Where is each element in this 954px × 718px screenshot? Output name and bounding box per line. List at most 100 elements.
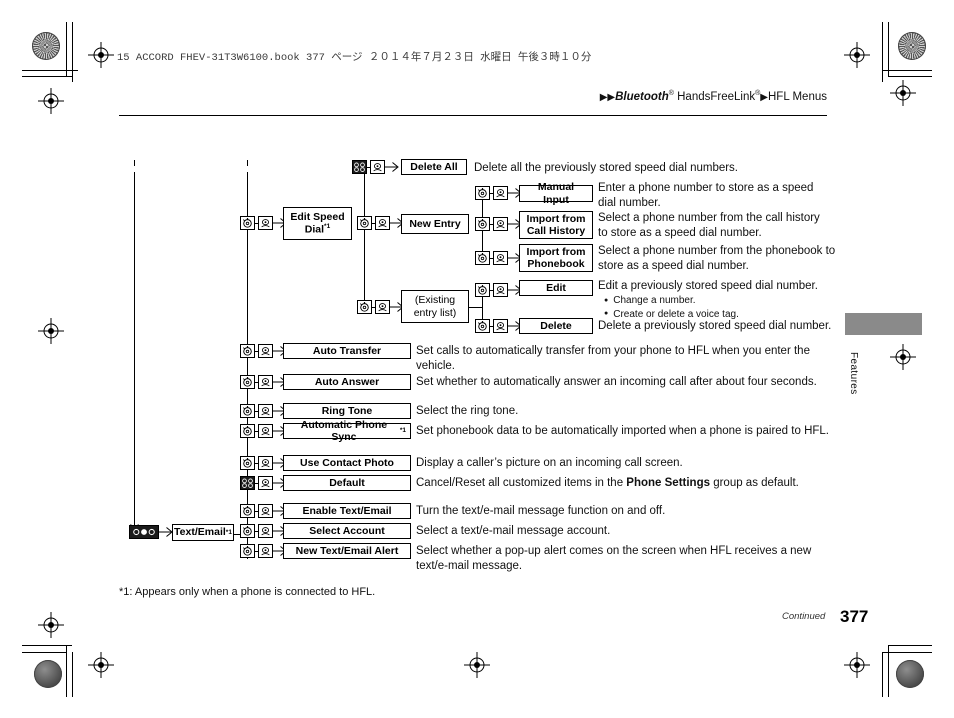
rotary-dial-icon [240, 344, 255, 358]
crop-mark [22, 652, 66, 653]
page-number: 377 [840, 607, 869, 626]
crop-mark [882, 22, 883, 82]
rotary-dial-icon [240, 544, 255, 558]
node-select-account[interactable]: Select Account [283, 523, 411, 539]
breadcrumb-hfl-menus-label: HFL Menus [767, 90, 827, 103]
rotary-dial-icon [240, 524, 255, 538]
registration-mark-right-upper [890, 80, 916, 106]
rotary-dial-icon [357, 300, 372, 314]
icon-group-import-phonebook [475, 251, 523, 265]
node-new-entry[interactable]: New Entry [401, 214, 469, 234]
description-edit: Edit a previously stored speed dial numb… [598, 280, 818, 292]
icon-group-select-account [240, 524, 288, 538]
registration-mark-left-upper [38, 88, 64, 114]
icon-group-delete-all [352, 160, 400, 174]
crop-mark [72, 652, 73, 697]
header-rule [119, 115, 827, 116]
registration-mark-bottom-center [464, 652, 490, 678]
description-default: Cancel/Reset all customized items in the… [416, 476, 836, 491]
node-ring-tone[interactable]: Ring Tone [283, 403, 411, 419]
press-knob-icon [493, 283, 508, 297]
branch-line-existing-entry [468, 307, 483, 308]
rotary-dial-icon [475, 251, 490, 265]
breadcrumb-bluetooth-label: Bluetooth [615, 90, 669, 103]
description-ring-tone: Select the ring tone. [416, 405, 519, 417]
description-import-call-history: Select a phone number from the call hist… [598, 212, 820, 239]
edit-bullet-list: Change a number. Create or delete a voic… [604, 294, 844, 321]
node-label-line2: Phonebook [527, 258, 585, 270]
node-delete-all[interactable]: Delete All [401, 159, 467, 175]
node-automatic-phone-sync[interactable]: Automatic Phone Sync *1 [283, 419, 411, 443]
registration-mark-left-lower [38, 612, 64, 638]
node-enable-text-email[interactable]: Enable Text/Email [283, 503, 411, 519]
node-import-from-call-history[interactable]: Import from Call History [519, 211, 593, 239]
icon-group-enable-text-email [240, 504, 288, 518]
breadcrumb: ▶▶Bluetooth® HandsFreeLink®▶HFL Menus [600, 90, 827, 103]
rotary-dial-icon [240, 424, 255, 438]
node-manual-input[interactable]: Manual Input [519, 181, 593, 206]
rotary-dial-icon [475, 283, 490, 297]
node-label-line1: Import from [526, 212, 586, 225]
registration-mark-left-middle [38, 318, 64, 344]
continued-label: Continued [782, 611, 826, 622]
icon-group-delete [475, 319, 523, 333]
node-existing-entry-list[interactable]: (Existing entry list) [401, 290, 469, 323]
description-default-post: group as default. [710, 477, 799, 489]
press-knob-icon [258, 424, 273, 438]
icon-group-auto-answer [240, 375, 288, 389]
crop-mark [22, 70, 78, 71]
node-label-text: Edit Speed Dial [290, 211, 345, 236]
press-knob-icon [258, 404, 273, 418]
crop-mark [888, 76, 932, 77]
node-text-email[interactable]: Text/Email *1 [172, 524, 234, 541]
node-edit[interactable]: Edit [519, 280, 593, 296]
icon-group-new-entry [357, 216, 405, 230]
press-knob-icon [258, 544, 273, 558]
description-enable-text-email: Turn the text/e-mail message function on… [416, 505, 666, 517]
node-default[interactable]: Default [283, 475, 411, 491]
crop-mark [882, 652, 932, 653]
node-auto-answer[interactable]: Auto Answer [283, 374, 411, 390]
registration-mark-top-right [844, 42, 870, 68]
manual-page: 15 ACCORD FHEV-31T3W6100.book 377 ページ ２０… [0, 0, 954, 718]
press-knob-icon [258, 524, 273, 538]
node-import-from-phonebook[interactable]: Import from Phonebook [519, 244, 593, 272]
press-knob-icon [375, 216, 390, 230]
halftone-circle-bottom-left [34, 660, 62, 688]
crop-mark [22, 76, 72, 77]
footnote-marker: *1 [225, 528, 232, 536]
multi-button-icon [352, 160, 367, 174]
multi-button-icon [240, 476, 255, 490]
trunk-line-left [134, 160, 135, 166]
breadcrumb-handsfreelink-label: HandsFreeLink [673, 90, 756, 103]
press-knob-icon [493, 319, 508, 333]
rotary-dial-icon [357, 216, 372, 230]
crop-mark [882, 652, 883, 697]
rotary-dial-icon [240, 216, 255, 230]
node-label-line2: entry list) [413, 306, 457, 319]
section-tab-label: Features [848, 352, 859, 395]
node-edit-speed-dial[interactable]: Edit Speed Dial*1 [283, 207, 352, 240]
icon-group-existing-entry-list [357, 300, 405, 314]
section-tab-bar [845, 313, 922, 335]
node-label-text: Text/Email [174, 526, 226, 539]
node-label-line2: Call History [526, 225, 586, 237]
node-auto-transfer[interactable]: Auto Transfer [283, 343, 411, 359]
rotary-dial-icon [475, 217, 490, 231]
registration-mark-top-left [88, 42, 114, 68]
list-item: Change a number. [604, 294, 844, 308]
crop-mark [22, 645, 72, 646]
node-new-text-email-alert[interactable]: New Text/Email Alert [283, 543, 411, 559]
breadcrumb-arrow-icon: ▶▶ [599, 91, 616, 103]
trunk-line-settings [247, 160, 248, 166]
rotary-dial-icon [475, 319, 490, 333]
node-label-line1: Import from [526, 245, 586, 258]
description-select-account: Select a text/e-mail message account. [416, 525, 611, 537]
node-use-contact-photo[interactable]: Use Contact Photo [283, 455, 411, 471]
arrow-right-icon [385, 161, 400, 173]
node-delete[interactable]: Delete [519, 318, 593, 334]
crop-mark [72, 22, 73, 82]
registration-mark-bottom-left [88, 652, 114, 678]
crop-mark [66, 22, 67, 76]
rotary-dial-icon [240, 375, 255, 389]
